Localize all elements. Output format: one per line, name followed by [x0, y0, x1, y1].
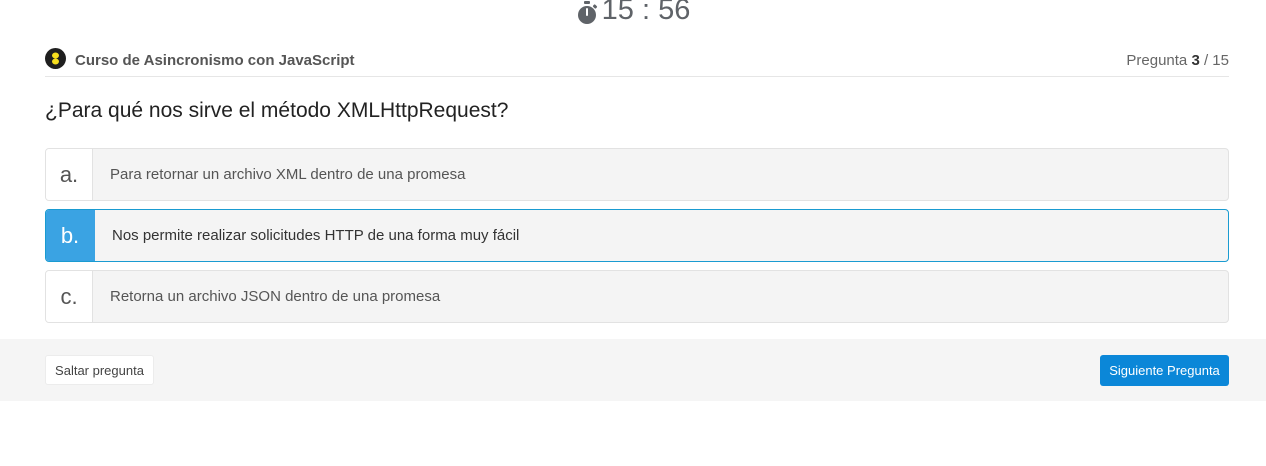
question-text: ¿Para qué nos sirve el método XMLHttpReq…: [45, 99, 509, 122]
progress-total: / 15: [1203, 51, 1229, 69]
quiz-header: Curso de Asincronismo con JavaScript Pre…: [45, 44, 1229, 77]
course-badge-icon: [45, 47, 66, 69]
option-letter: c.: [46, 271, 93, 322]
option-letter: b.: [46, 210, 95, 261]
skip-question-button[interactable]: Saltar pregunta: [45, 355, 154, 385]
question-progress: Pregunta 3 / 15: [1126, 52, 1229, 69]
progress-current: 3: [1191, 51, 1200, 69]
timer-value: 15 : 56: [601, 0, 691, 26]
answer-option-b[interactable]: b. Nos permite realizar solicitudes HTTP…: [45, 209, 1229, 262]
quiz-footer: Saltar pregunta Siguiente Pregunta: [0, 339, 1266, 401]
next-question-button[interactable]: Siguiente Pregunta: [1100, 355, 1229, 386]
option-letter: a.: [46, 149, 93, 200]
option-text: Nos permite realizar solicitudes HTTP de…: [112, 227, 520, 244]
answer-option-a[interactable]: a. Para retornar un archivo XML dentro d…: [45, 148, 1229, 201]
stopwatch-icon: [577, 1, 597, 24]
option-text: Retorna un archivo JSON dentro de una pr…: [110, 288, 441, 305]
progress-prefix: Pregunta: [1126, 51, 1188, 69]
course-info: Curso de Asincronismo con JavaScript: [45, 47, 355, 69]
timer: 15 : 56: [0, 0, 1266, 28]
option-text: Para retornar un archivo XML dentro de u…: [110, 166, 466, 183]
answer-option-c[interactable]: c. Retorna un archivo JSON dentro de una…: [45, 270, 1229, 323]
course-title: Curso de Asincronismo con JavaScript: [75, 51, 355, 69]
